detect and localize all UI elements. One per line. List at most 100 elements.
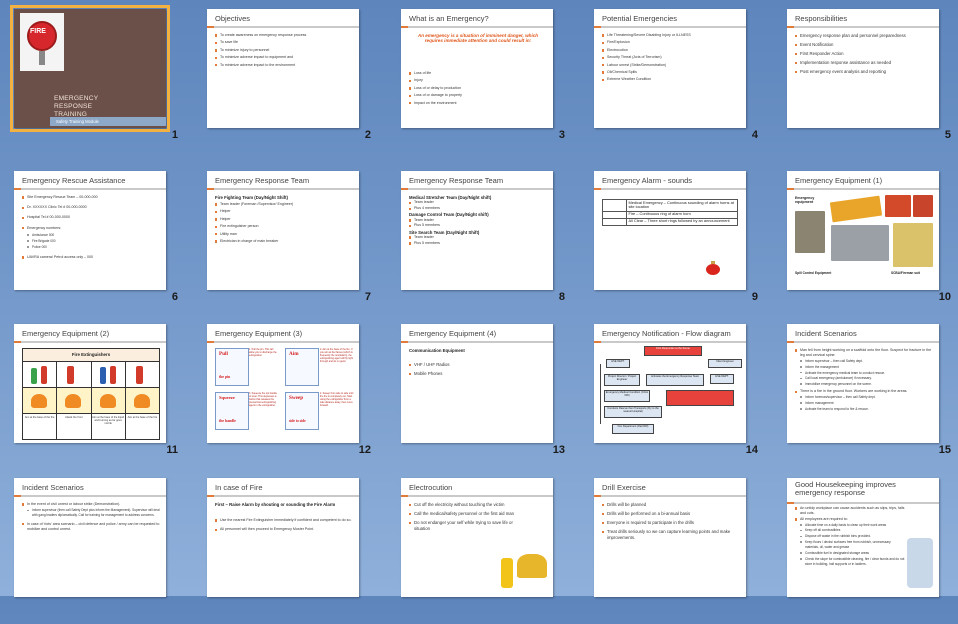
slide-thumbnail[interactable]: Drill Exercise Drills will be planned Dr… bbox=[594, 478, 746, 597]
thumbnail-7: Emergency Response Team Fire Fighting Te… bbox=[193, 162, 383, 317]
slide-thumbnail[interactable]: Emergency Equipment (2) Fire Extinguishe… bbox=[14, 324, 166, 443]
slide-title: Good Housekeeping improves emergency res… bbox=[795, 480, 896, 497]
slide-thumbnail[interactable]: Good Housekeeping improves emergency res… bbox=[787, 478, 939, 597]
step-text: 4. Sweep from side to side until the fir… bbox=[320, 392, 354, 407]
bullet: VHF / UHF Radios bbox=[409, 362, 549, 368]
slide-thumbnail[interactable]: Emergency Notification - Flow diagram Fi… bbox=[594, 324, 746, 443]
bullet: Fire/Explosion bbox=[602, 40, 742, 45]
bullet: Impact on the environment bbox=[409, 101, 549, 106]
bullet: Drills will be performed on a bi-annual … bbox=[602, 511, 742, 517]
thumbnail-12: Emergency Equipment (3) Pull the pin 1. … bbox=[193, 315, 383, 470]
bullet: To minimize injury to personnel bbox=[215, 48, 355, 53]
extinguisher-icon bbox=[135, 366, 143, 384]
bullet: Injury bbox=[409, 78, 549, 83]
bullet: Security Threat (Acts of Terrorism) bbox=[602, 55, 742, 60]
bullet: Fire extinguisher person bbox=[215, 224, 355, 229]
flow-box: Emergency Medical Condition (Clinic 000) bbox=[604, 390, 650, 402]
slide-thumbnail[interactable]: Potential Emergencies Life Threatening/S… bbox=[594, 9, 746, 128]
flow-box: First Responder at the Scene bbox=[644, 346, 702, 356]
bullet: Loss of or delay to production bbox=[409, 86, 549, 91]
bullet: Hospital Tel # 00-000-0000 bbox=[22, 215, 162, 220]
slide-title: Drill Exercise bbox=[602, 483, 646, 492]
extinguisher-table: Fire Extinguishers Aim at the base of th… bbox=[22, 348, 160, 440]
flame-icon bbox=[65, 394, 82, 408]
caption: Aim at the base of the fire bbox=[23, 413, 58, 439]
step-text: 1. Pull the pin. This will allow you to … bbox=[249, 348, 277, 357]
bullet: Treat drills seriously so we can capture… bbox=[602, 529, 742, 541]
fire-alarm-image: FIRE bbox=[20, 13, 64, 71]
bullet: To minimize adverse impact to the enviro… bbox=[215, 63, 355, 68]
slide-number: 7 bbox=[364, 291, 371, 303]
thumbnail-13: Emergency Equipment (4) Communication Eq… bbox=[387, 315, 577, 470]
bullet: Electrocution bbox=[602, 48, 742, 53]
slide-number: 4 bbox=[751, 129, 758, 141]
slide-title: Electrocution bbox=[409, 483, 453, 492]
fire-logo-text: FIRE bbox=[30, 28, 46, 35]
alarm-row: All Clear – Three short rings followed b… bbox=[626, 217, 738, 226]
bullet: UAVRA camera/ Petrol access only – 000 bbox=[22, 255, 162, 260]
slide-thumbnail[interactable]: Incident Scenarios In the event of civil… bbox=[14, 478, 166, 597]
slide-thumbnail[interactable]: What is an Emergency? An emergency is a … bbox=[401, 9, 553, 128]
flame-icon bbox=[99, 394, 116, 408]
slide-thumbnail[interactable]: Emergency Equipment (3) Pull the pin 1. … bbox=[207, 324, 359, 443]
thumbnail-11: Emergency Equipment (2) Fire Extinguishe… bbox=[0, 315, 190, 470]
slide-thumbnail[interactable]: Emergency Equipment (4) Communication Eq… bbox=[401, 324, 553, 443]
slide-title: Incident Scenarios bbox=[795, 329, 857, 338]
slide-thumbnail[interactable]: Incident Scenarios Man fell from height … bbox=[787, 324, 939, 443]
bullet: Team leader bbox=[409, 200, 549, 205]
bullet: Call the medical/safety personnel or the… bbox=[409, 511, 527, 517]
thumbnail-15: Incident Scenarios Man fell from height … bbox=[773, 315, 958, 470]
bullet: Implementation response assistance as ne… bbox=[795, 60, 935, 66]
slide-number: 6 bbox=[171, 291, 178, 303]
slide-title: Emergency Alarm - sounds bbox=[602, 176, 693, 185]
slide-thumbnail[interactable]: Emergency Response Team Medical Stretche… bbox=[401, 171, 553, 290]
sub-bullet: Allocate time on a daily basis to clean … bbox=[795, 523, 905, 528]
step-text: 3. Squeeze the top handle or lever. This… bbox=[249, 392, 277, 407]
alarm-table: Medical Emergency – Continuous sounding … bbox=[602, 199, 738, 226]
bullet: Extreme Weather Condition bbox=[602, 77, 742, 82]
slide-thumbnail[interactable]: Electrocution Cut off the electricity wi… bbox=[401, 478, 553, 597]
slide-title: Emergency Equipment (3) bbox=[215, 329, 303, 338]
thumbnail-16: Incident Scenarios In the event of civil… bbox=[0, 469, 190, 624]
bullet: Post emergency event analysis and report… bbox=[795, 69, 935, 75]
equipment-label: SCBA/Fireman suit bbox=[891, 271, 920, 275]
slide-number: 9 bbox=[751, 291, 758, 303]
thumbnail-3: What is an Emergency? An emergency is a … bbox=[387, 0, 577, 155]
caption: Aim at the base of the fire bbox=[125, 413, 159, 439]
bullet: Life Threatening/Severe Disabling Injury… bbox=[602, 33, 742, 38]
bullet: To save life bbox=[215, 40, 355, 45]
slide-number: 14 bbox=[745, 444, 758, 456]
step-text: 2. Aim at the base of the fire. If you a… bbox=[320, 348, 353, 363]
bullet: Use the nearest Fire Extinguisher immedi… bbox=[215, 518, 355, 523]
slide-thumbnail[interactable]: Emergency Response Team Fire Fighting Te… bbox=[207, 171, 359, 290]
slide-title: Incident Scenarios bbox=[22, 483, 84, 492]
slide-number: 2 bbox=[364, 129, 371, 141]
slide-title: Emergency Equipment (4) bbox=[409, 329, 497, 338]
slide-thumbnail[interactable]: In case of Fire First – Raise Alarm by s… bbox=[207, 478, 359, 597]
slide-thumbnail[interactable]: Emergency Alarm - sounds Medical Emergen… bbox=[594, 171, 746, 290]
slide-thumbnail[interactable]: Emergency Equipment (1) Emergency equipm… bbox=[787, 171, 939, 290]
sub-bullet: Keep off all combustibles bbox=[795, 528, 905, 533]
thumbnail-2: Objectives To create awareness on emerge… bbox=[193, 0, 383, 155]
flow-box bbox=[666, 390, 734, 406]
slide-thumbnail[interactable]: Objectives To create awareness on emerge… bbox=[207, 9, 359, 128]
equipment-label: Emergency equipment bbox=[795, 196, 815, 205]
bullet: Loss of life bbox=[409, 71, 549, 76]
hard-hat-image bbox=[517, 554, 547, 578]
spill-kit-image bbox=[831, 225, 889, 261]
step-squeeze: Squeeze the handle bbox=[215, 392, 249, 430]
slide-title: Emergency Equipment (2) bbox=[22, 329, 110, 338]
slide-thumbnail[interactable]: Emergency Rescue Assistance Site Emergen… bbox=[14, 171, 166, 290]
slide-number: 5 bbox=[944, 129, 951, 141]
rescue-stretcher-image bbox=[829, 195, 883, 223]
slide-thumbnail[interactable]: Responsibilities Emergency response plan… bbox=[787, 9, 939, 128]
sub-bullet: Inform supervisor (then call Safety Dept… bbox=[22, 508, 162, 518]
slide-number: 10 bbox=[938, 291, 951, 303]
slide-number: 13 bbox=[552, 444, 565, 456]
sub-bullet: Activate fire team to respond to fire & … bbox=[795, 407, 935, 412]
thumbnail-10: Emergency Equipment (1) Emergency equipm… bbox=[773, 162, 958, 317]
thumbnail-1: FIRE EMERGENCY RESPONSE TRAINING Safety … bbox=[0, 0, 190, 155]
slide-thumbnail[interactable]: FIRE EMERGENCY RESPONSE TRAINING Safety … bbox=[10, 5, 170, 132]
bullet: Emergency response plan and personnel pr… bbox=[795, 33, 935, 39]
first-aid-kit-image bbox=[913, 195, 933, 217]
